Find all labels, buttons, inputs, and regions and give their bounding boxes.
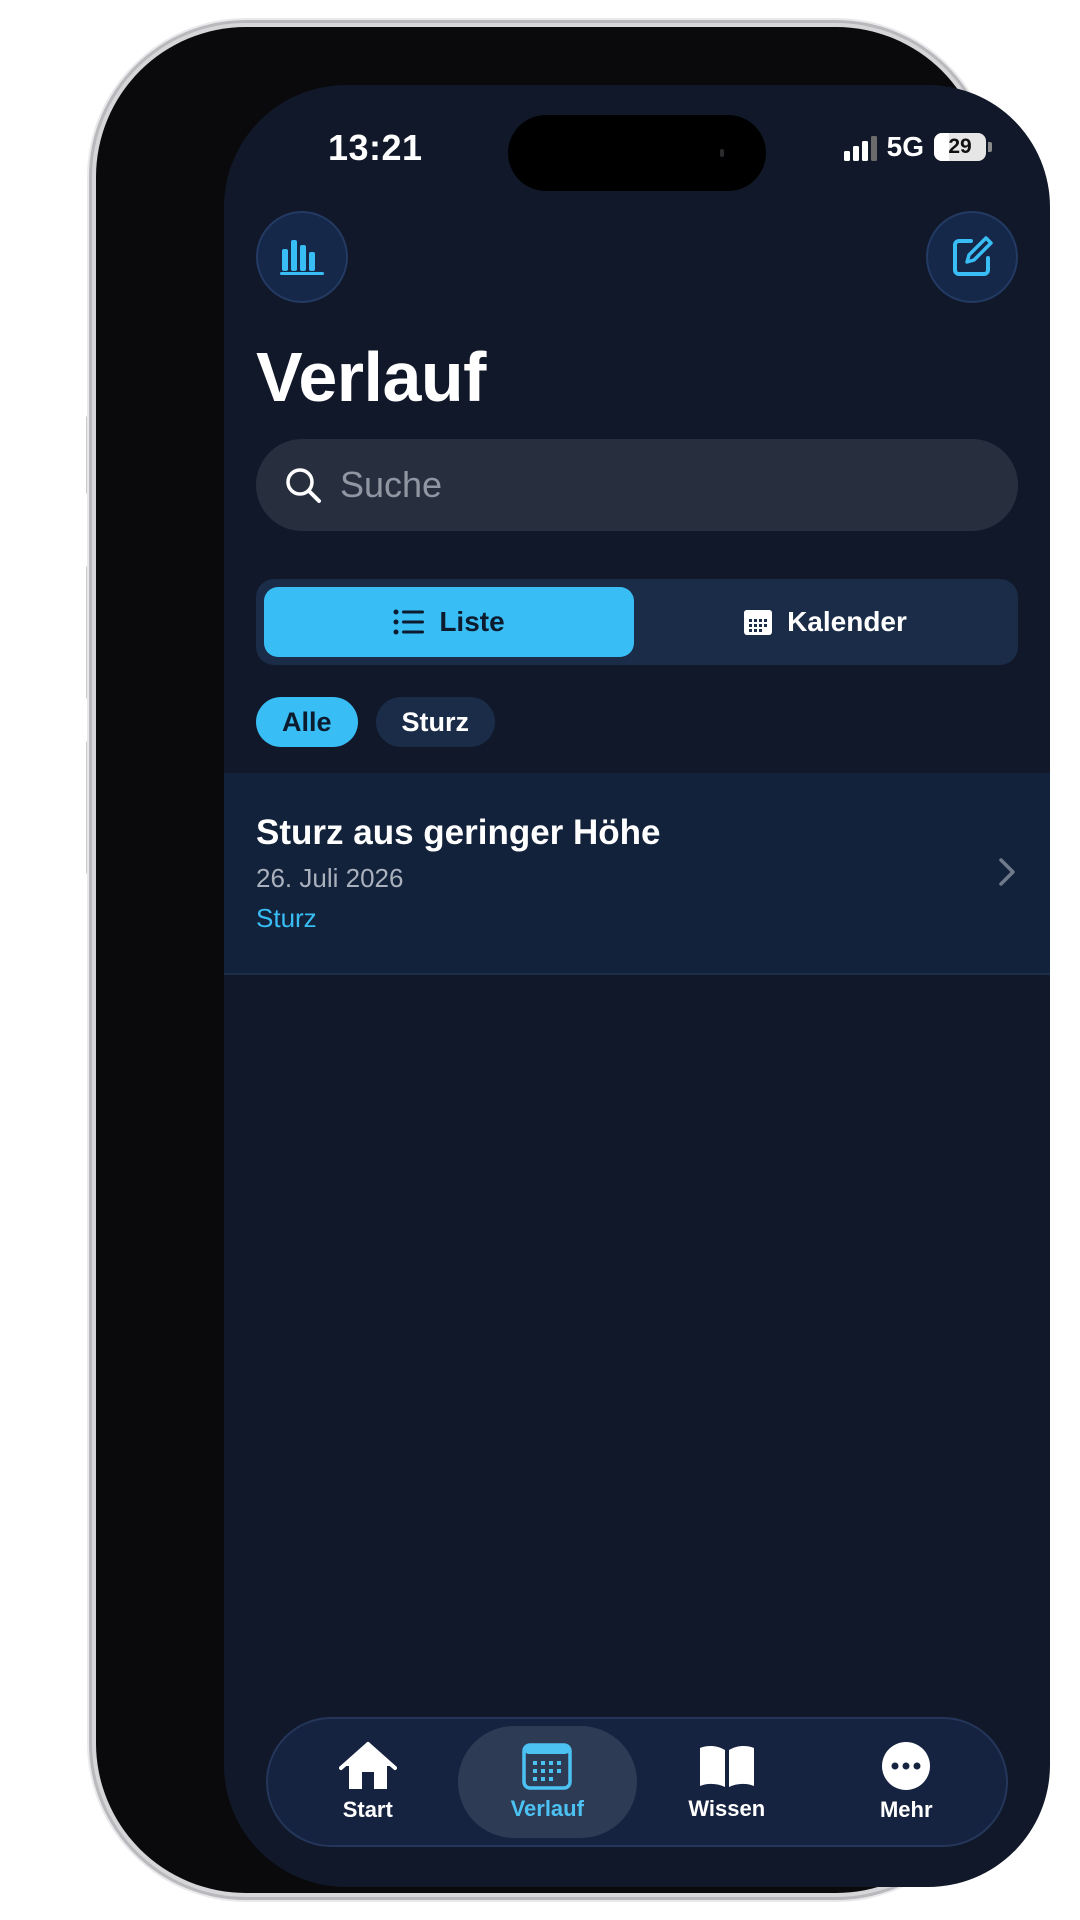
tab-start-label: Start — [342, 1797, 393, 1822]
page-title: Verlauf — [256, 338, 486, 416]
history-entry[interactable]: Sturz aus geringer Höhe 26. Juli 2026 St… — [224, 773, 1050, 975]
search-bar[interactable] — [256, 439, 1018, 531]
search-input[interactable] — [340, 464, 980, 506]
bar-chart-icon — [280, 240, 324, 275]
home-icon — [338, 1742, 397, 1789]
list-icon — [393, 609, 425, 635]
dynamic-island — [508, 115, 766, 191]
filter-chip-sturz[interactable]: Sturz — [375, 697, 496, 747]
volume-up-button — [86, 565, 94, 700]
tab-wissen[interactable]: Wissen — [637, 1726, 817, 1838]
segment-kalender[interactable]: Kalender — [640, 587, 1010, 657]
segment-kalender-label: Kalender — [787, 606, 907, 637]
tab-start[interactable]: Start — [278, 1726, 458, 1838]
tab-mehr[interactable]: Mehr — [817, 1726, 997, 1838]
status-indicators: 5G 29 — [843, 131, 992, 163]
status-time: 13:21 — [328, 127, 423, 168]
view-toggle: Liste Kalender — [256, 579, 1018, 665]
search-icon — [286, 468, 321, 503]
chevron-right-icon — [999, 858, 1015, 886]
tab-verlauf[interactable]: Verlauf — [457, 1726, 637, 1838]
segment-liste-label: Liste — [439, 606, 505, 637]
statistics-button[interactable] — [256, 211, 348, 303]
entry-tag: Sturz — [256, 903, 317, 933]
tab-verlauf-label: Verlauf — [510, 1796, 584, 1821]
signal-icon — [843, 133, 877, 161]
segment-liste[interactable]: Liste — [264, 587, 634, 657]
book-icon — [699, 1745, 754, 1787]
more-icon — [882, 1742, 931, 1790]
camera-dot — [720, 149, 724, 157]
battery-cap — [988, 142, 992, 152]
new-entry-button[interactable] — [926, 211, 1018, 303]
tab-wissen-label: Wissen — [688, 1796, 766, 1821]
tab-bar: Start Verlauf Wissen Mehr — [266, 1717, 1008, 1847]
calendar-icon — [522, 1743, 572, 1790]
tab-mehr-label: Mehr — [879, 1797, 933, 1822]
action-button — [86, 415, 94, 495]
entry-date: 26. Juli 2026 — [256, 863, 404, 893]
app-screen: 13:21 5G 29 Verlauf Suche Liste Kalender… — [224, 85, 1050, 1887]
entry-title: Sturz aus geringer Höhe — [256, 813, 661, 852]
volume-down-button — [86, 740, 94, 875]
compose-icon — [953, 236, 993, 276]
battery-icon: 29 — [934, 133, 986, 161]
filter-chip-alle[interactable]: Alle — [256, 697, 358, 747]
network-label: 5G — [886, 131, 924, 162]
filter-chips: Alle Sturz — [256, 697, 496, 747]
phone-frame: 13:21 5G 29 Verlauf Suche Liste Kalender… — [96, 27, 1050, 1893]
battery-level: 29 — [948, 135, 972, 158]
calendar-icon — [744, 610, 773, 635]
